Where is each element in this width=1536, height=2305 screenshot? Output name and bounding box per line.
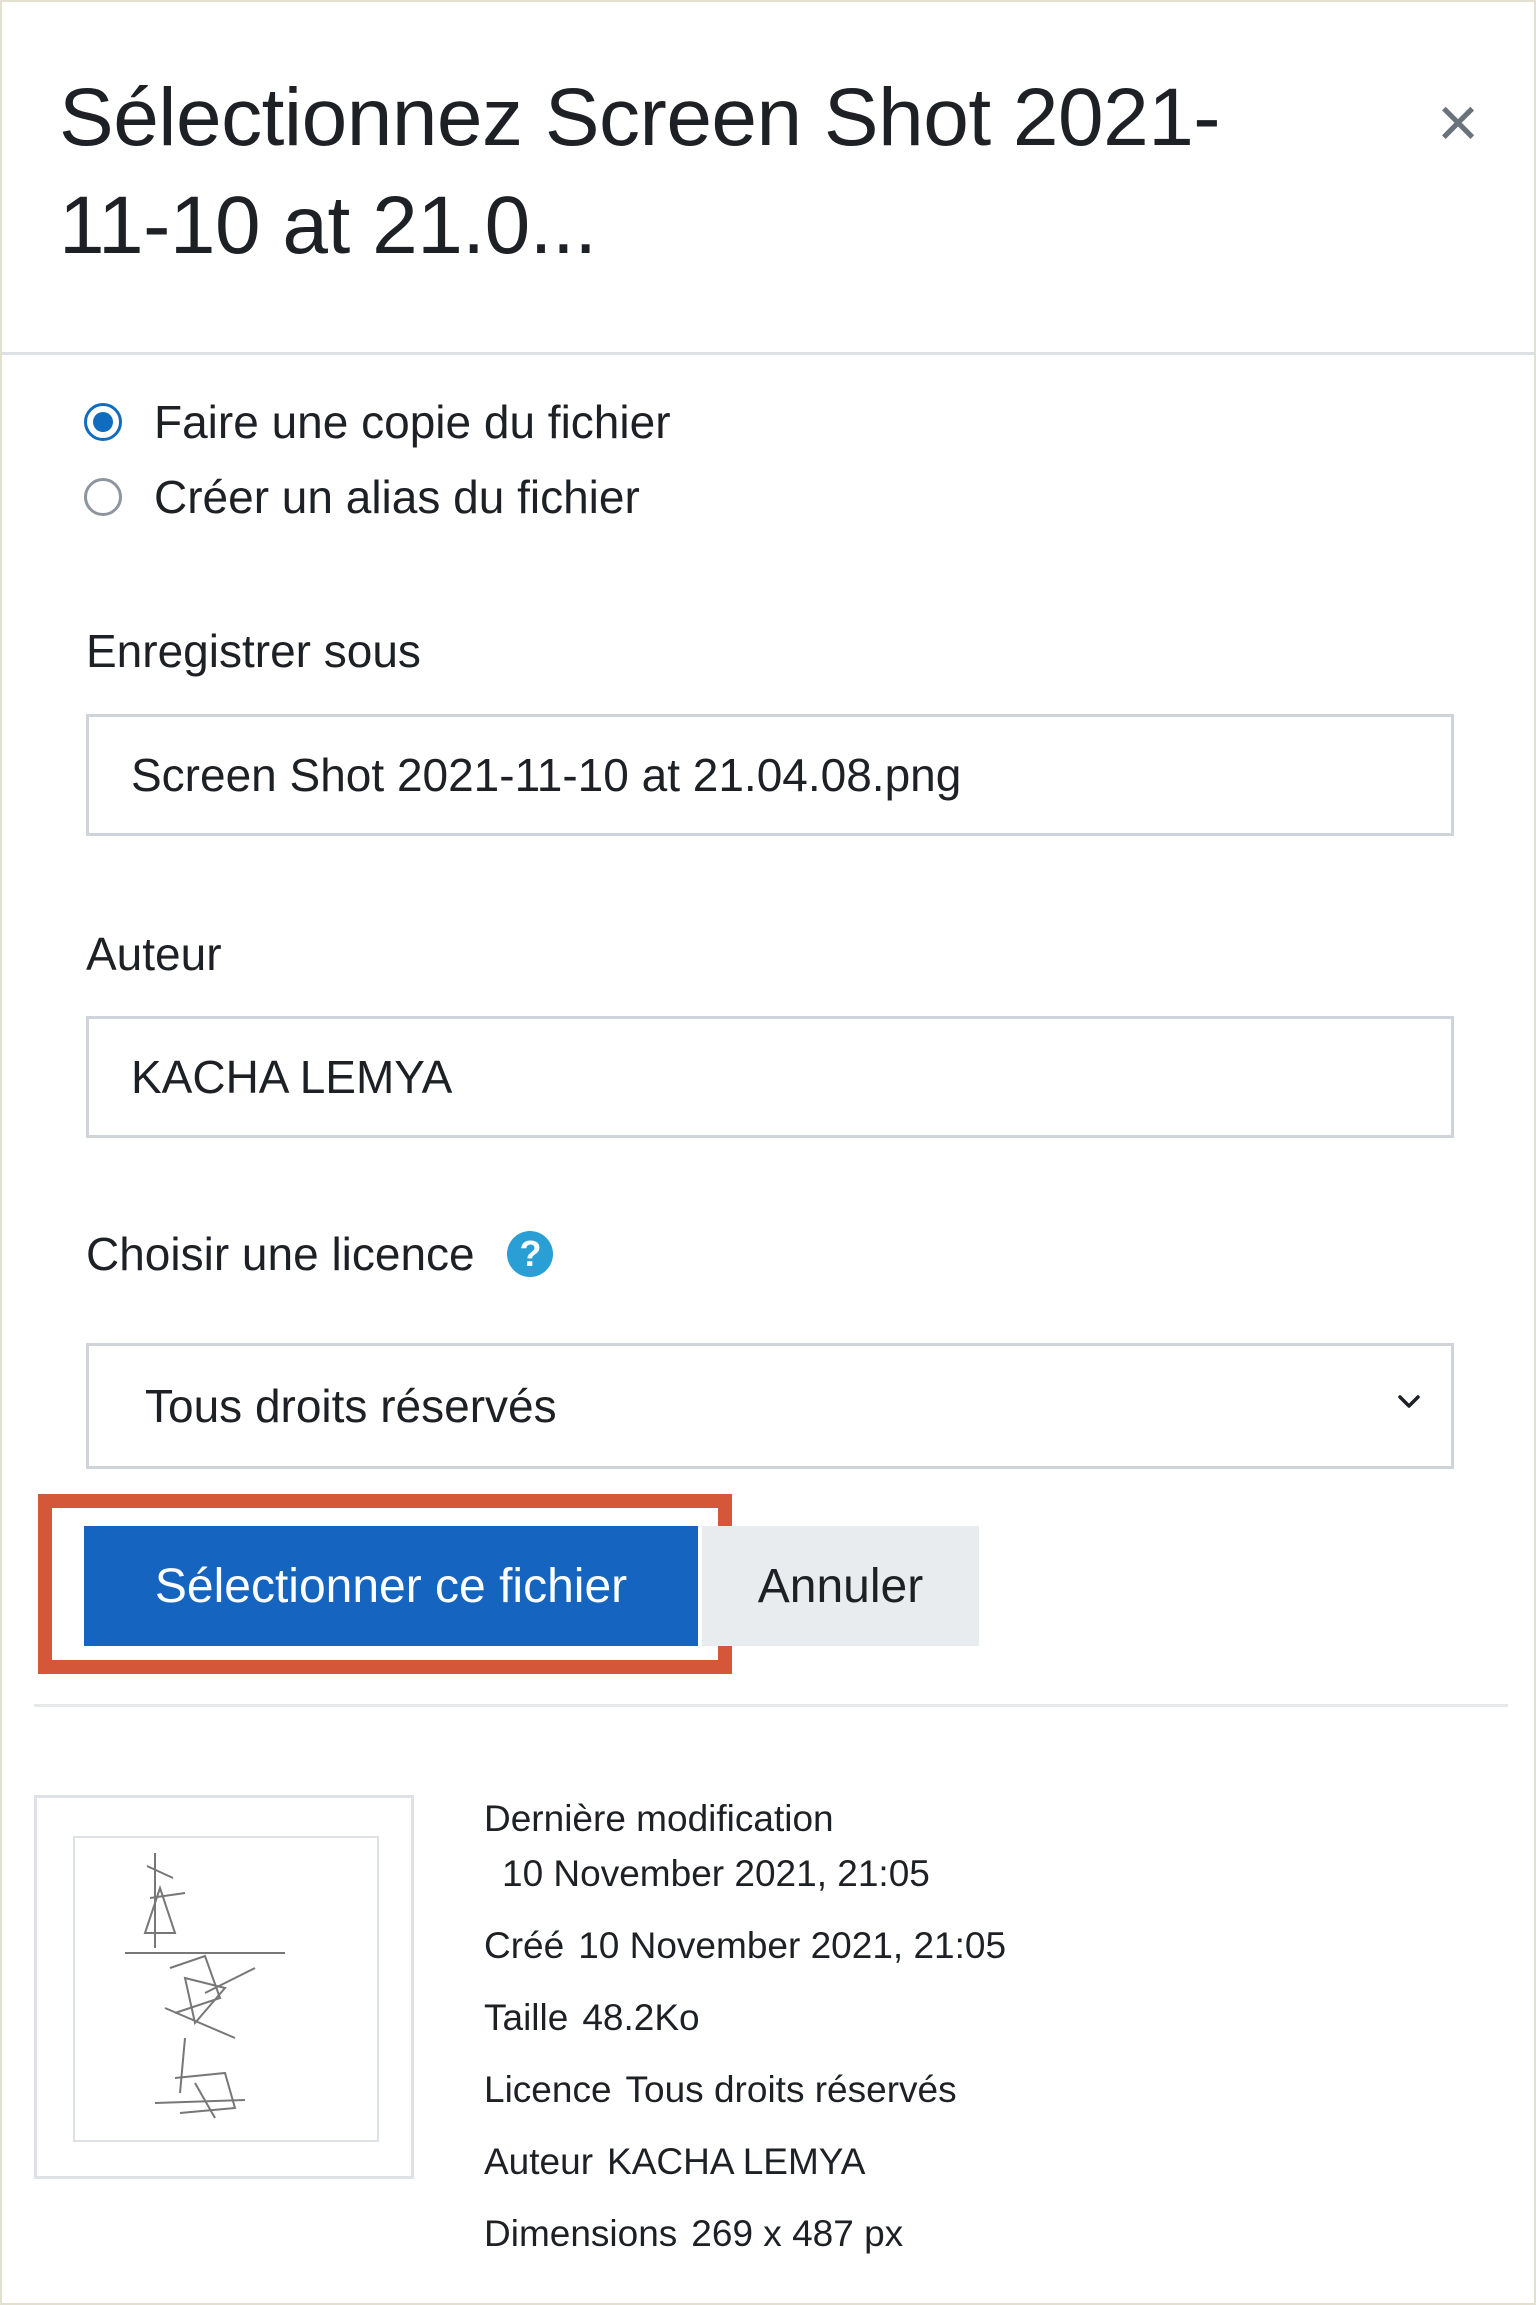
- select-file-button[interactable]: Sélectionner ce fichier: [84, 1526, 698, 1646]
- chevron-down-icon: [1398, 1395, 1420, 1408]
- license-info-label: Licence: [484, 2069, 612, 2110]
- license-row: Licence Tous droits réservés: [484, 2069, 957, 2111]
- cancel-button[interactable]: Annuler: [702, 1526, 979, 1646]
- size-value: 48.2Ko: [582, 1997, 700, 2038]
- author-label: Auteur: [86, 928, 222, 980]
- created-value: 10 November 2021, 21:05: [578, 1925, 1007, 1966]
- radio-label: Faire une copie du fichier: [154, 396, 671, 448]
- radio-button-unchecked[interactable]: [84, 478, 122, 516]
- size-row: Taille 48.2Ko: [484, 1997, 700, 2039]
- radio-label: Créer un alias du fichier: [154, 471, 640, 523]
- radio-alias-file[interactable]: Créer un alias du fichier: [84, 467, 640, 527]
- save-as-label: Enregistrer sous: [86, 625, 421, 677]
- size-label: Taille: [484, 1997, 569, 2038]
- help-icon[interactable]: ?: [507, 1230, 554, 1277]
- author-info-label: Auteur: [484, 2141, 594, 2182]
- close-icon[interactable]: ×: [1427, 87, 1489, 159]
- license-info-value: Tous droits réservés: [625, 2069, 957, 2110]
- thumbnail-image: [73, 1836, 379, 2142]
- modified-label: Dernière modification: [484, 1798, 834, 1839]
- dimensions-label: Dimensions: [484, 2213, 678, 2254]
- license-selected-value: Tous droits réservés: [145, 1380, 557, 1432]
- license-label-row: Choisir une licence ?: [86, 1227, 554, 1281]
- license-label: Choisir une licence: [86, 1228, 475, 1280]
- file-thumbnail: [34, 1795, 414, 2179]
- author-row: Auteur KACHA LEMYA: [484, 2141, 865, 2183]
- dimensions-value: 269 x 487 px: [691, 2213, 904, 2254]
- radio-button-checked[interactable]: [84, 403, 122, 441]
- divider: [34, 1704, 1508, 1707]
- author-input[interactable]: [86, 1016, 1454, 1138]
- dialog-header: Sélectionnez Screen Shot 2021-11-10 at 2…: [2, 2, 1534, 355]
- radio-copy-file[interactable]: Faire une copie du fichier: [84, 392, 671, 452]
- modified-value: 10 November 2021, 21:05: [502, 1853, 930, 1894]
- dimensions-row: Dimensions 269 x 487 px: [484, 2213, 903, 2255]
- save-as-input[interactable]: [86, 714, 1454, 836]
- dialog-title: Sélectionnez Screen Shot 2021-11-10 at 2…: [59, 72, 1221, 271]
- created-row: Créé 10 November 2021, 21:05: [484, 1925, 1006, 1967]
- sketch-image-icon: [125, 1853, 285, 2119]
- file-picker-dialog: Sélectionnez Screen Shot 2021-11-10 at 2…: [0, 0, 1536, 2305]
- author-info-value: KACHA LEMYA: [607, 2141, 866, 2182]
- created-label: Créé: [484, 1925, 565, 1966]
- license-select[interactable]: Tous droits réservés: [86, 1343, 1454, 1469]
